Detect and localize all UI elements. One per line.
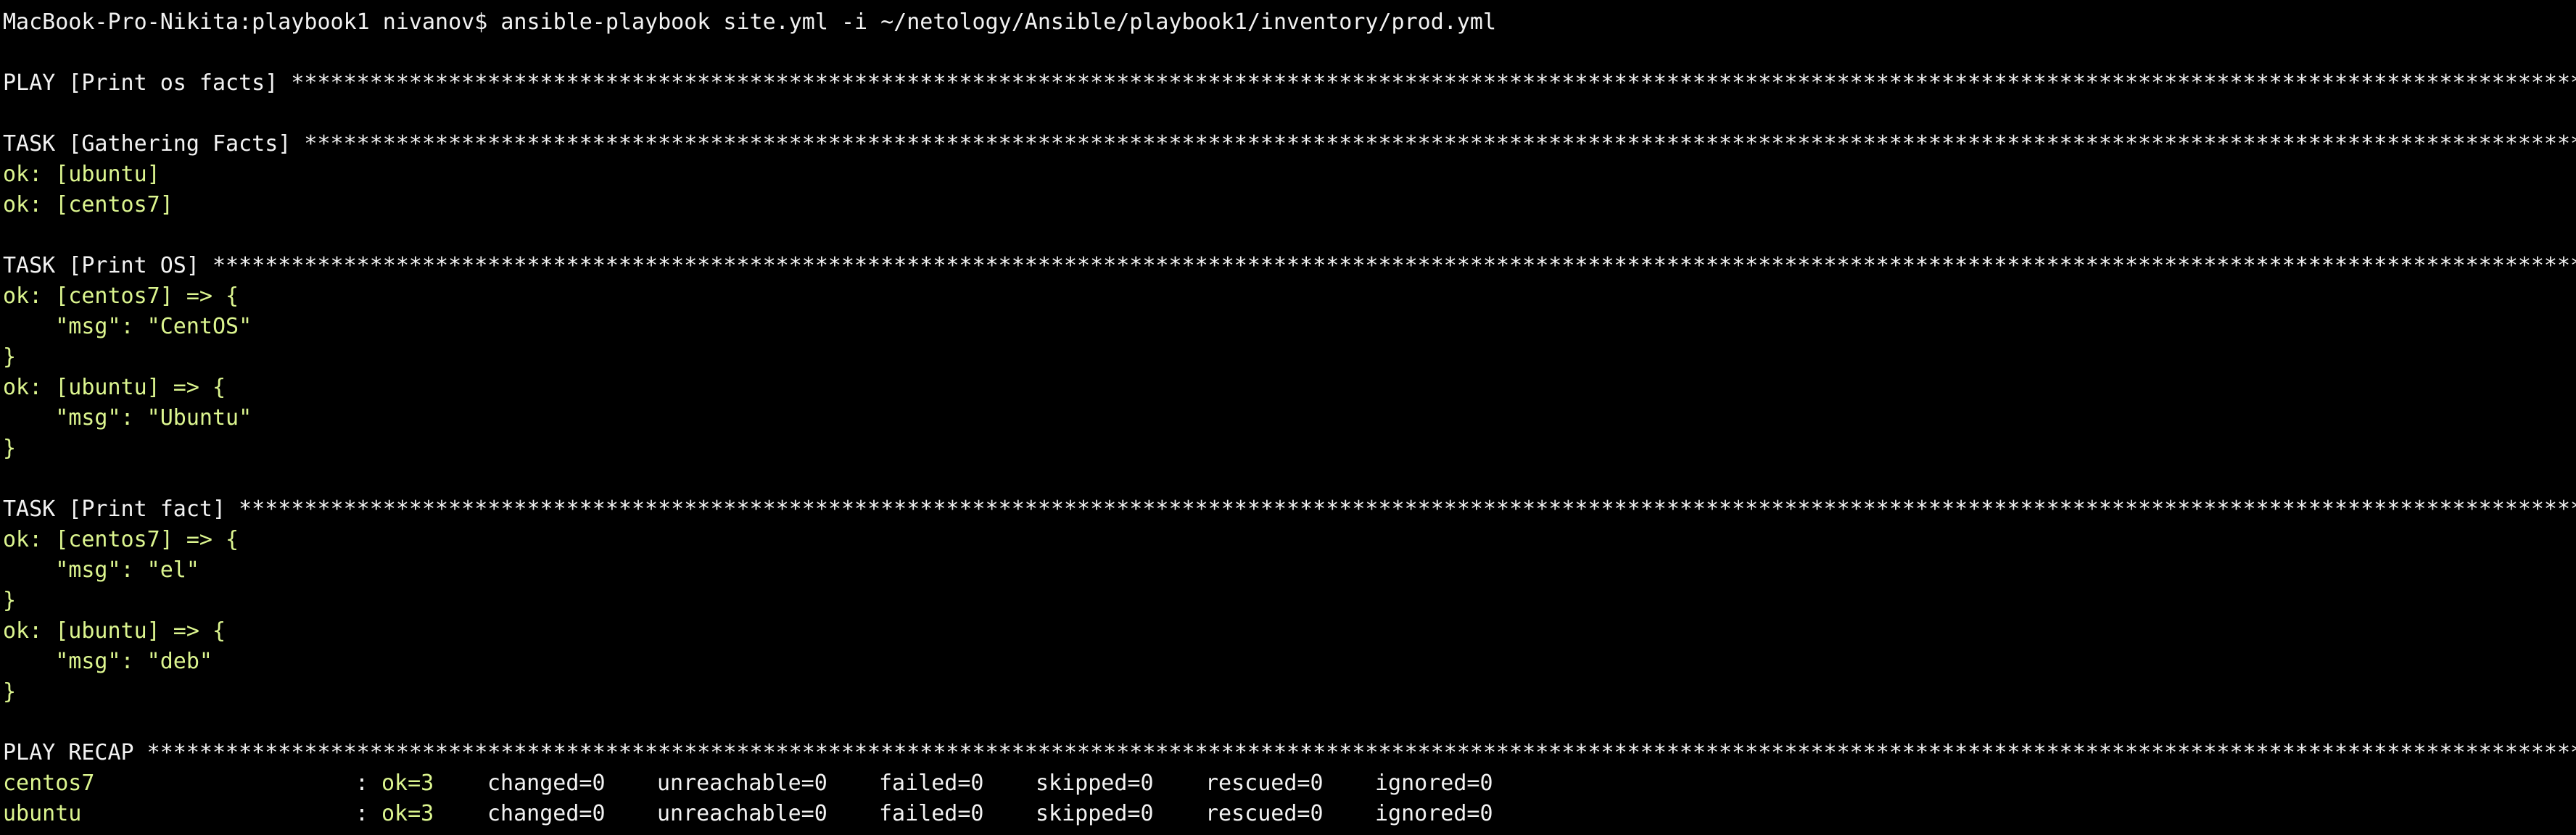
task-output-line: "msg": "el" — [3, 557, 199, 583]
recap-ignored-count: ignored=0 — [1375, 801, 1493, 826]
recap-host: ubuntu — [3, 801, 82, 826]
recap-changed-count: changed=0 — [487, 801, 606, 826]
task-output-line: ok: [centos7] => { — [3, 527, 239, 552]
task-output-line: "msg": "Ubuntu" — [3, 405, 252, 431]
recap-separator: : — [355, 770, 369, 796]
recap-changed-count: changed=0 — [487, 770, 606, 796]
recap-ignored-count: ignored=0 — [1375, 770, 1493, 796]
recap-failed-count: failed=0 — [879, 801, 984, 826]
recap-unreachable-count: unreachable=0 — [657, 801, 827, 826]
task-output-line: ok: [ubuntu] => { — [3, 618, 226, 644]
task-output-line: } — [3, 344, 17, 370]
recap-rescued-count: rescued=0 — [1205, 801, 1324, 826]
task-output-line: ok: [centos7] — [3, 192, 173, 217]
terminal-window[interactable]: MacBook-Pro-Nikita:playbook1 nivanov$ an… — [0, 0, 2576, 835]
task-output-line: } — [3, 679, 17, 705]
play-recap-header: PLAY RECAP *****************************… — [3, 740, 2576, 765]
recap-skipped-count: skipped=0 — [1036, 801, 1154, 826]
recap-rescued-count: rescued=0 — [1205, 770, 1324, 796]
task-header-print-fact: TASK [Print fact] **********************… — [3, 497, 2576, 522]
recap-skipped-count: skipped=0 — [1036, 770, 1154, 796]
task-output-line: } — [3, 436, 17, 461]
recap-host: centos7 — [3, 770, 95, 796]
recap-ok-count: ok=3 — [381, 770, 434, 796]
task-output-line: "msg": "CentOS" — [3, 314, 252, 339]
task-header-gathering-facts: TASK [Gathering Facts] *****************… — [3, 131, 2576, 157]
task-output-line: "msg": "deb" — [3, 649, 212, 674]
command-prompt: MacBook-Pro-Nikita:playbook1 nivanov$ an… — [3, 9, 1497, 35]
recap-failed-count: failed=0 — [879, 770, 984, 796]
task-output-line: } — [3, 588, 17, 613]
play-header: PLAY [Print os facts] ******************… — [3, 70, 2576, 96]
task-header-print-os: TASK [Print OS] ************************… — [3, 253, 2576, 278]
recap-ok-count: ok=3 — [381, 801, 434, 826]
recap-separator: : — [355, 801, 369, 826]
task-output-line: ok: [ubuntu] => { — [3, 375, 226, 400]
task-output-line: ok: [ubuntu] — [3, 162, 160, 187]
task-output-line: ok: [centos7] => { — [3, 283, 239, 309]
recap-unreachable-count: unreachable=0 — [657, 770, 827, 796]
